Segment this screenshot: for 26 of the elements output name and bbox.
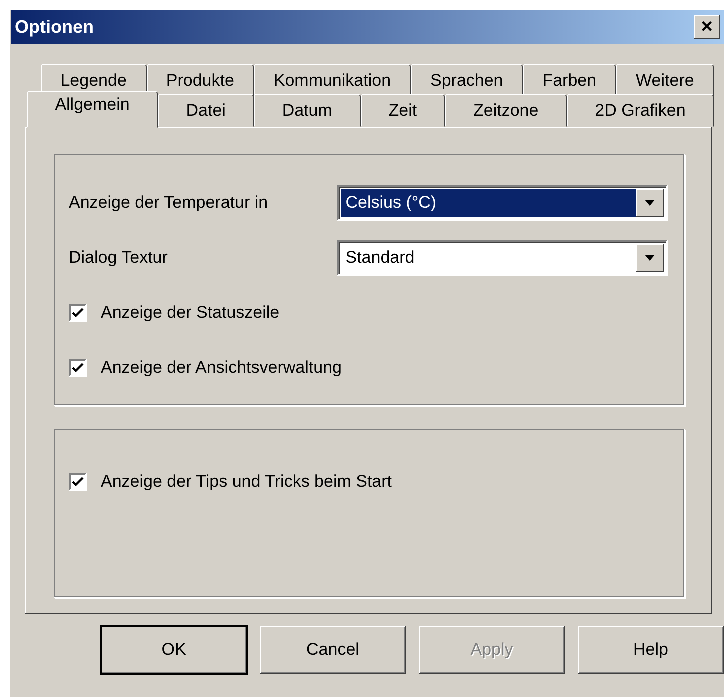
tab[interactable]: Sprachen [410,64,523,97]
checkbox-label: Anzeige der Statuszeile [101,302,280,324]
field-label: Dialog Textur [69,246,169,269]
dialog-button[interactable]: Help [578,626,724,674]
dropdown[interactable]: Standard [336,240,668,276]
tab[interactable]: Farben [523,64,616,97]
checkbox[interactable] [69,472,87,490]
tab[interactable]: Zeit [360,94,446,127]
checkbox[interactable] [69,304,87,322]
checkbox[interactable] [69,358,87,376]
tab[interactable]: Produkte [146,64,254,97]
window-title: Optionen [15,16,94,39]
checkbox-label: Anzeige der Tips und Tricks beim Start [101,470,392,493]
dialog-button[interactable]: OK [101,626,247,674]
tab[interactable]: Kommunikation [254,64,411,97]
tab[interactable]: 2D Grafiken [566,94,714,127]
tab[interactable]: Weitere [616,64,714,97]
tab[interactable]: Zeitzone [445,94,567,127]
dialog-button[interactable]: Cancel [260,626,406,674]
checkbox-label: Anzeige der Ansichtsverwaltung [101,356,342,379]
dropdown[interactable]: Celsius (°C) [336,184,668,220]
tab[interactable]: Datei [158,94,254,127]
field-label: Anzeige der Temperatur in [69,192,270,214]
tab[interactable]: Datum [254,94,361,127]
tab[interactable]: Allgemein [27,91,158,128]
close-button[interactable]: × [694,15,720,39]
